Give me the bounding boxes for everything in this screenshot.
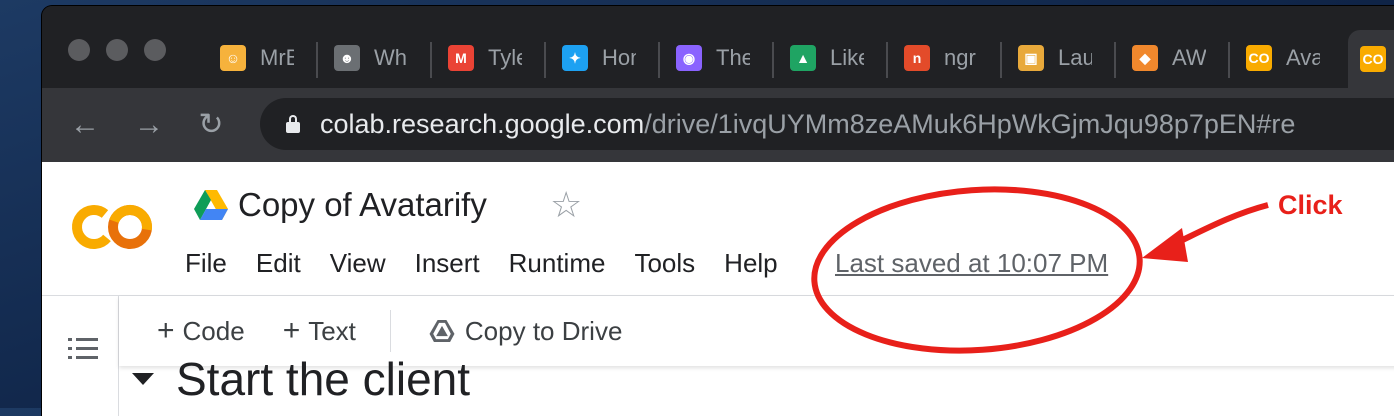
toolbar-separator <box>389 310 391 352</box>
tab-title: Ava <box>1286 45 1320 70</box>
colab-page: Copy of Avatarify ☆ File Edit View Inser… <box>42 162 1394 416</box>
browser-tab[interactable]: ✦ Hon <box>550 40 664 76</box>
browser-tab[interactable]: ▲ Like <box>778 40 892 76</box>
close-window-button[interactable] <box>68 39 90 61</box>
lock-icon <box>286 115 300 133</box>
annotation-click-label: Click <box>1278 190 1343 220</box>
browser-tab[interactable]: n ngr <box>892 40 1006 76</box>
section-heading: Start the client <box>176 353 471 405</box>
tab-title: Like <box>830 45 864 70</box>
add-text-label: Text <box>308 315 356 346</box>
add-code-button[interactable]: + Code <box>157 314 245 348</box>
notebook-title-row: Copy of Avatarify <box>194 186 487 224</box>
star-icon[interactable]: ☆ <box>550 184 582 226</box>
minimize-window-button[interactable] <box>106 39 128 61</box>
browser-tab[interactable]: M Tyle <box>436 40 550 76</box>
back-arrow-icon[interactable]: ← <box>68 108 102 142</box>
colab-icon: CO <box>1246 45 1272 71</box>
menu-insert[interactable]: Insert <box>415 248 480 279</box>
last-saved-link[interactable]: Last saved at 10:07 PM <box>835 248 1108 279</box>
menu-file[interactable]: File <box>185 248 227 279</box>
browser-tab[interactable]: ☻ Wh <box>322 40 436 76</box>
browser-tab[interactable]: ☺ MrB <box>208 40 322 76</box>
add-code-label: Code <box>182 315 245 346</box>
address-bar[interactable]: colab.research.google.com/drive/1ivqUYMm… <box>260 98 1394 150</box>
tab-title: ngr <box>944 45 976 70</box>
copy-to-drive-label: Copy to Drive <box>464 315 623 346</box>
colab-logo-icon <box>72 205 152 249</box>
menu-tools[interactable]: Tools <box>634 248 695 279</box>
menu-help[interactable]: Help <box>724 248 777 279</box>
plus-icon: + <box>282 314 301 347</box>
tab-separator <box>1000 42 1002 78</box>
tab-title: Lau <box>1058 45 1092 70</box>
notebook-title[interactable]: Copy of Avatarify <box>238 186 487 224</box>
menu-bar: File Edit View Insert Runtime Tools Help <box>185 248 807 279</box>
browser-toolbar: ← → ↻ colab.research.google.com/drive/1i… <box>42 88 1394 162</box>
browser-window: ☺ MrB ☻ Wh M Tyle ✦ Hon ◉ The ▲ Like nngr ▣ Lau ◆ AW CO Av… <box>42 6 1394 416</box>
tab-separator <box>658 42 660 78</box>
url-host: colab.research.google.com <box>320 108 645 139</box>
menu-edit[interactable]: Edit <box>256 248 301 279</box>
reload-icon[interactable]: ↻ <box>194 108 228 142</box>
tab-title: Wh <box>374 45 407 70</box>
tab-title: MrB <box>260 45 294 70</box>
browser-tab[interactable]: ◆ AW <box>1120 40 1234 76</box>
tab-separator <box>316 42 318 78</box>
menu-view[interactable]: View <box>330 248 386 279</box>
browser-tab[interactable]: ▣ Lau <box>1006 40 1120 76</box>
plus-icon: + <box>157 314 175 347</box>
tab-separator <box>1228 42 1230 78</box>
tab-strip: ☺ MrB ☻ Wh M Tyle ✦ Hon ◉ The ▲ Like nngr ▣ Lau ◆ AW CO Av… <box>42 6 1394 88</box>
url-text[interactable]: colab.research.google.com/drive/1ivqUYMm… <box>320 109 1295 140</box>
trump-face-icon: ☺ <box>220 45 246 71</box>
google-drive-icon <box>194 190 228 220</box>
forward-arrow-icon[interactable]: → <box>132 108 166 142</box>
collapse-caret-icon[interactable] <box>132 373 154 385</box>
anchor-podcast-icon: ◉ <box>676 45 702 71</box>
tab-separator <box>772 42 774 78</box>
tab-title: The <box>716 45 750 70</box>
browser-tab[interactable]: CO Ava <box>1234 40 1348 76</box>
package-box-icon: ▣ <box>1018 45 1044 71</box>
url-path: /drive/1ivqUYMm8zeAMuk6HpWkGjmJqu98p7pEN… <box>644 108 1296 139</box>
google-drive-icon: ▲ <box>790 45 816 71</box>
tab-separator <box>1114 42 1116 78</box>
gmail-icon: M <box>448 45 474 71</box>
menu-runtime[interactable]: Runtime <box>509 248 606 279</box>
person-photo-icon: ☻ <box>334 45 360 71</box>
table-of-contents-icon[interactable] <box>68 338 98 365</box>
tab-title: Hon <box>602 45 636 70</box>
tab-separator <box>430 42 432 78</box>
section-header[interactable]: Start the client <box>132 352 470 406</box>
browser-tab[interactable]: ◉ The <box>664 40 778 76</box>
twitter-icon: ✦ <box>562 45 588 71</box>
colab-icon: CO <box>1360 46 1386 72</box>
tab-separator <box>886 42 888 78</box>
browser-tab[interactable]: CO <box>1348 30 1394 88</box>
tab-title: AW <box>1172 45 1206 70</box>
aws-cube-icon: ◆ <box>1132 45 1158 71</box>
add-text-button[interactable]: + Text <box>283 314 356 348</box>
copy-to-drive-button[interactable]: Copy to Drive <box>429 315 623 347</box>
ngrok-icon: n <box>904 45 930 71</box>
tab-title: Tyle <box>488 45 522 70</box>
tab-separator <box>544 42 546 78</box>
maximize-window-button[interactable] <box>144 39 166 61</box>
drive-outline-icon <box>429 320 455 342</box>
